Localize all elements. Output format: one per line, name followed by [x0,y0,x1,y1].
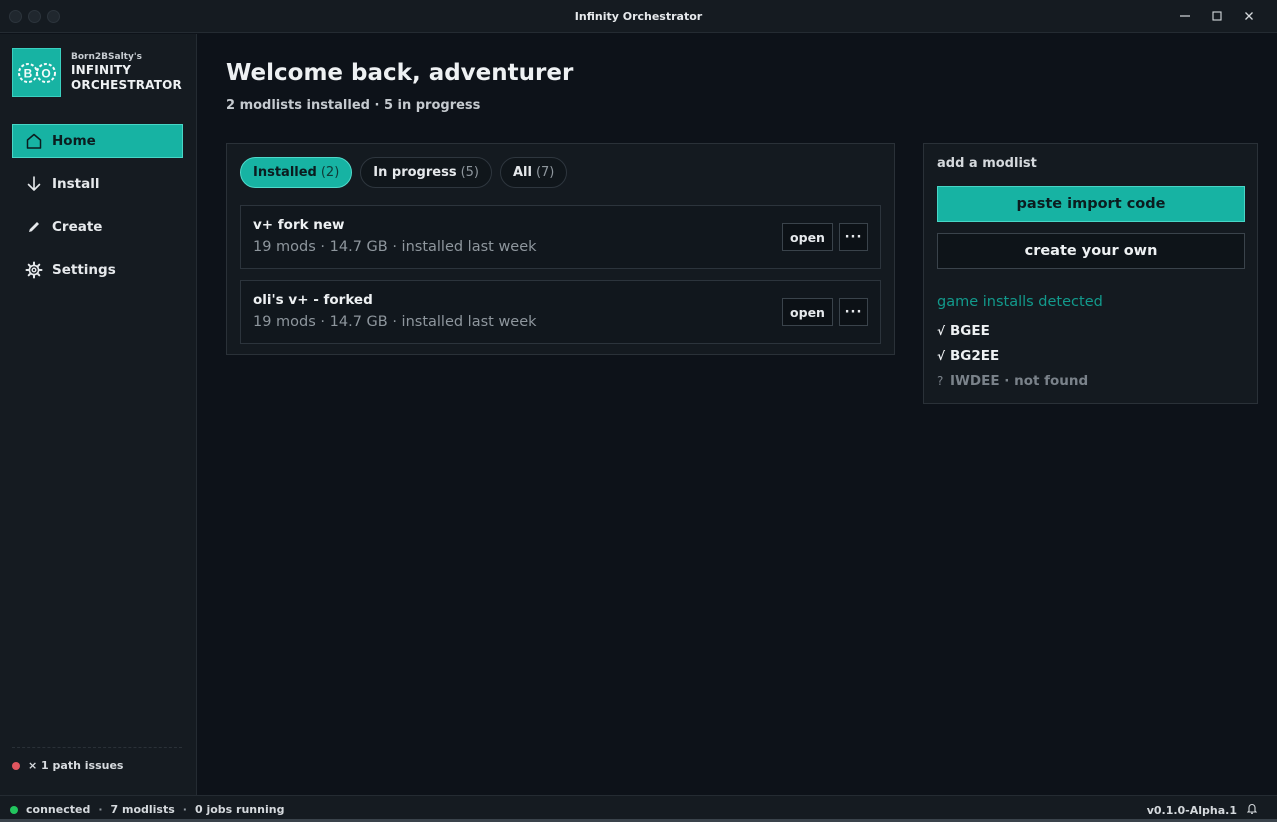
open-button[interactable]: open [782,298,833,326]
tab-in-progress[interactable]: In progress (5) [360,157,492,188]
main-content: Welcome back, adventurer 2 modlists inst… [198,34,1277,795]
version-label: v0.1.0-Alpha.1 [1146,803,1237,817]
status-bar: connected · 7 modlists · 0 jobs running … [0,795,1277,822]
close-icon[interactable] [1233,7,1265,25]
brand: B O Born2BSalty's INFINITY ORCHESTRATOR [12,48,182,97]
app-window: Infinity Orchestrator B O Born2BSalty's … [0,0,1277,822]
game-name: IWDEE · not found [950,373,1089,389]
more-options-button[interactable]: ··· [839,223,868,251]
arrow-down-icon [25,175,43,193]
brand-text: Born2BSalty's INFINITY ORCHESTRATOR [71,52,182,93]
app-logo: B O [12,48,61,97]
title-bar: Infinity Orchestrator [0,0,1277,33]
maximize-icon[interactable] [1201,7,1233,25]
sidebar-item-settings[interactable]: Settings [12,253,183,287]
status-separator: · [182,803,187,816]
game-install-bg2ee: √ BG2EE [937,348,999,364]
jobs-status: 0 jobs running [194,803,285,816]
sidebar-item-install[interactable]: Install [12,167,183,201]
open-button[interactable]: open [782,223,833,251]
status-right: v0.1.0-Alpha.1 [1146,803,1258,817]
modlist-meta: 19 mods · 14.7 GB · installed last week [253,314,537,330]
modlist-meta: 19 mods · 14.7 GB · installed last week [253,239,537,255]
gear-icon [25,261,43,279]
path-issues-label: × 1 path issues [28,759,124,772]
tab-count: (5) [460,165,479,180]
connection-status-dot [10,805,18,814]
sidebar-item-label: Settings [52,262,116,278]
path-issues-indicator[interactable]: × 1 path issues [12,759,123,772]
modlist-card: v+ fork new 19 mods · 14.7 GB · installe… [240,205,881,269]
brand-author: Born2BSalty's [71,52,142,62]
bell-icon[interactable] [1246,803,1258,817]
sidebar-item-label: Install [52,176,100,192]
sidebar: B O Born2BSalty's INFINITY ORCHESTRATOR … [0,34,197,795]
brand-name-line2: ORCHESTRATOR [71,78,182,92]
game-name: BG2EE [950,348,1000,364]
check-icon: √ [937,349,946,363]
tab-label: All [512,165,532,180]
check-icon: √ [937,324,946,338]
window-title: Infinity Orchestrator [574,10,703,23]
page-title: Welcome back, adventurer [226,60,574,86]
paste-import-code-button[interactable]: paste import code [937,186,1245,222]
tab-count: (7) [535,165,555,180]
tab-count: (2) [320,165,340,180]
more-options-button[interactable]: ··· [839,298,868,326]
game-installs-heading: game installs detected [937,294,1103,310]
tab-installed[interactable]: Installed (2) [240,157,353,188]
modlist-name: oli's v+ - forked [253,292,373,308]
status-left: connected · 7 modlists · 0 jobs running [10,803,284,816]
tab-all[interactable]: All (7) [499,157,568,188]
pencil-icon [25,218,43,236]
tab-label: In progress [373,165,457,180]
game-install-iwdee: ? IWDEE · not found [937,373,1088,389]
sidebar-item-home[interactable]: Home [12,124,183,158]
home-icon [25,132,43,150]
add-modlist-label: add a modlist [937,156,1037,171]
minimize-icon[interactable] [1169,7,1201,25]
modlist-tabs: Installed (2) In progress (5) All (7) [240,157,568,188]
create-your-own-button[interactable]: create your own [937,233,1245,269]
game-name: BGEE [950,323,990,339]
sidebar-divider [12,747,182,748]
sidebar-item-label: Home [52,133,96,149]
modlists-panel: Installed (2) In progress (5) All (7) v+… [226,143,895,355]
logo-letter-b: B [23,66,32,80]
status-separator: · [98,803,103,816]
add-modlist-panel: add a modlist paste import code create y… [923,143,1258,404]
sidebar-item-create[interactable]: Create [12,210,183,244]
game-install-bgee: √ BGEE [937,323,990,339]
tab-label: Installed [253,165,317,180]
sidebar-nav: Home Install Create Settings [12,124,183,296]
window-controls [1169,7,1265,25]
question-icon: ? [937,374,944,388]
brand-name-line1: INFINITY [71,63,132,77]
page-subtitle: 2 modlists installed · 5 in progress [226,98,481,113]
connection-status: connected [26,803,91,816]
modlist-card: oli's v+ - forked 19 mods · 14.7 GB · in… [240,280,881,344]
sidebar-item-label: Create [52,219,103,235]
issue-status-dot [12,761,20,770]
modlists-count: 7 modlists [110,803,175,816]
modlist-name: v+ fork new [253,217,345,233]
logo-letter-o: O [41,66,50,80]
